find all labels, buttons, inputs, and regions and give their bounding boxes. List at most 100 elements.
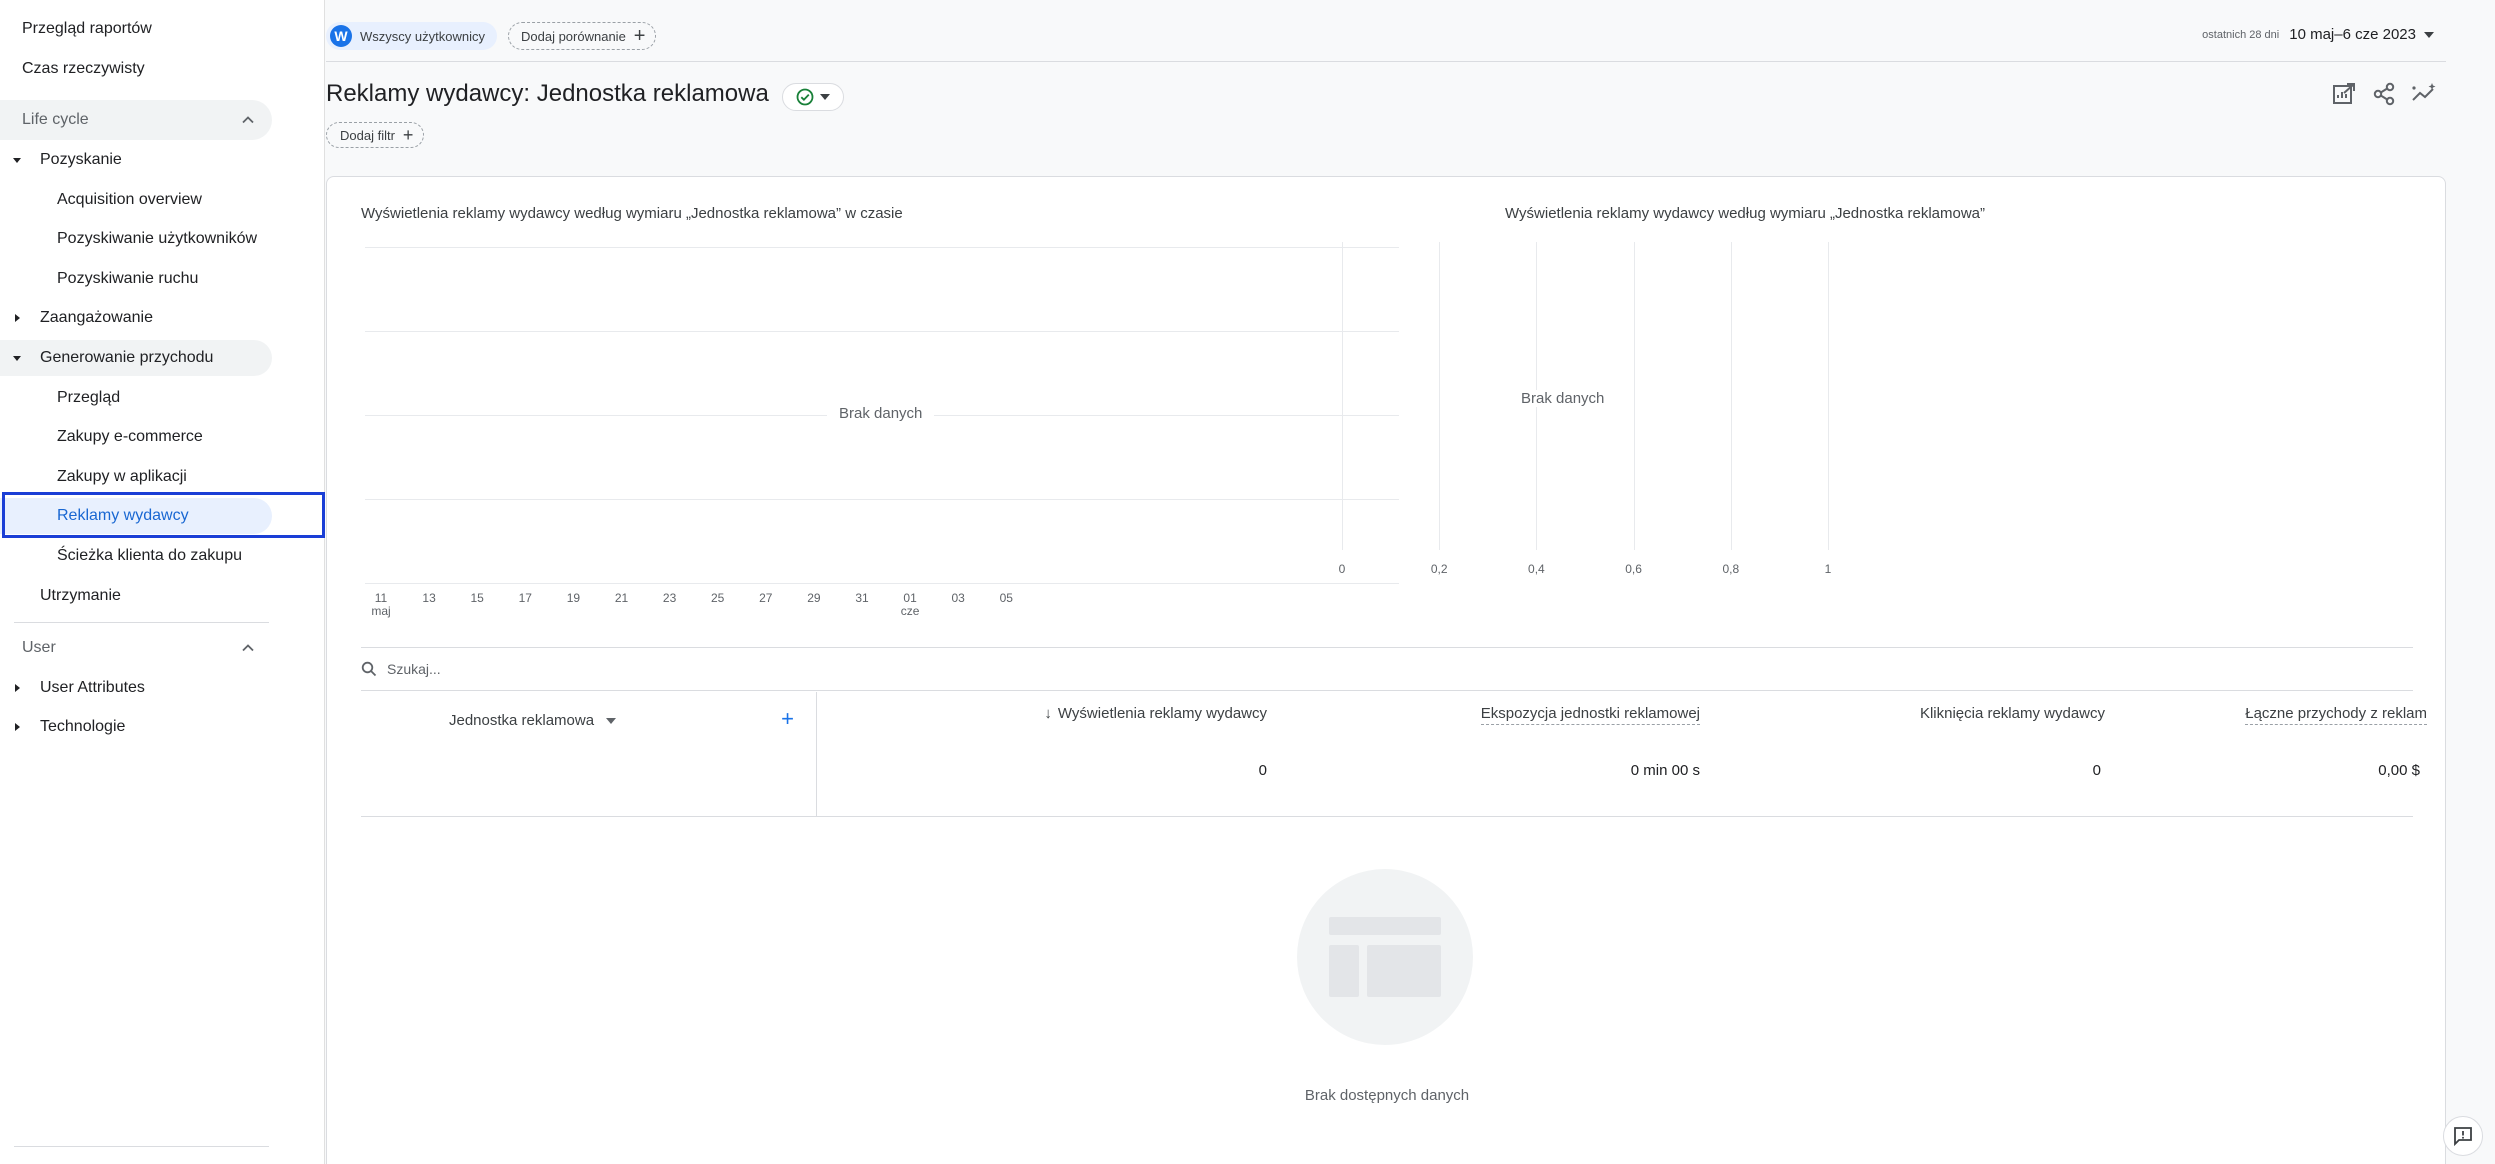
x-tick-label: 11 maj (371, 591, 391, 618)
plus-icon: + (633, 25, 646, 47)
nav-user-attributes[interactable]: User Attributes (0, 670, 272, 706)
nav-reports-overview[interactable]: Przegląd raportów (0, 11, 272, 47)
add-dimension-button[interactable]: + (781, 706, 794, 732)
page-title: Reklamy wydawcy: Jednostka reklamowa (326, 80, 769, 107)
column-header-ad-unit-exposure[interactable]: Ekspozycja jednostki reklamowej (1480, 705, 1700, 725)
x-tick-label: 27 (759, 591, 773, 605)
bar-chart: Brak danych (1342, 242, 2397, 572)
section-label: User (22, 639, 56, 656)
total-publisher-ad-impressions: 0 (1258, 762, 1267, 779)
nav-label: Pozyskiwanie użytkowników (57, 230, 258, 247)
column-header-label: Kliknięcia reklamy wydawcy (1919, 705, 2105, 722)
x-tick-label: 15 (470, 591, 484, 605)
segment-chip[interactable]: W Wszyscy użytkownicy (326, 22, 497, 50)
table-divider (361, 816, 2413, 817)
segment-label: Wszyscy użytkownicy (360, 28, 485, 44)
x-tick-label: 21 (614, 591, 629, 605)
feedback-button[interactable] (2443, 1116, 2483, 1156)
column-header-total-ad-revenue[interactable]: Łączne przychody z reklam (2245, 705, 2427, 725)
nav-monetization[interactable]: Generowanie przychodu (0, 340, 272, 376)
column-header-label: Łączne przychody z reklam (2245, 705, 2427, 722)
column-header-label: Ekspozycja jednostki reklamowej (1480, 705, 1700, 722)
bar-chart-x-axis: 0 0,2 0,4 0,6 0,8 1 (327, 563, 2427, 579)
report-status-dropdown[interactable] (782, 83, 844, 111)
nav-realtime[interactable]: Czas rzeczywisty (0, 51, 272, 87)
x-tick-label: 19 (566, 591, 581, 605)
report-card: Wyświetlenia reklamy wydawcy według wymi… (326, 176, 2446, 1164)
x-tick-label: 05 (999, 591, 1013, 605)
nav-acquisition[interactable]: Pozyskanie (0, 142, 272, 178)
nav-user-acquisition[interactable]: Pozyskiwanie użytkowników (0, 221, 272, 257)
nav-acquisition-overview[interactable]: Acquisition overview (0, 182, 272, 218)
check-circle-icon (796, 88, 814, 106)
total-publisher-ad-clicks: 0 (2092, 762, 2101, 779)
gridline (1439, 242, 1441, 550)
x-tick-label: 1 (1824, 562, 1832, 576)
nav-engagement[interactable]: Zaangażowanie (0, 300, 272, 336)
x-tick-month-label: maj (371, 604, 391, 618)
nav-technology[interactable]: Technologie (0, 709, 272, 745)
sort-desc-icon: ↓ (1044, 705, 1052, 722)
sidebar-divider (14, 1146, 269, 1147)
x-tick-label: 0,4 (1528, 562, 1545, 576)
caret-right-icon (12, 722, 22, 732)
add-filter-label: Dodaj filtr (340, 127, 395, 143)
dropdown-arrow-icon (2424, 31, 2434, 38)
nav-traffic-acquisition[interactable]: Pozyskiwanie ruchu (0, 261, 272, 297)
table-search-bar (361, 647, 2413, 691)
section-lifecycle[interactable]: Life cycle (0, 100, 272, 140)
x-tick-label: 23 (662, 591, 677, 605)
x-tick-label: 0,8 (1722, 562, 1740, 576)
date-range-picker[interactable]: ostatnich 28 dni 10 maj–6 cze 2023 (2202, 26, 2434, 43)
caret-down-icon (12, 155, 22, 165)
chevron-up-icon (242, 116, 254, 124)
gridline (365, 247, 1399, 248)
date-range-value: 10 maj–6 cze 2023 (2289, 26, 2416, 43)
nav-in-app-purchases[interactable]: Zakupy w aplikacji (0, 459, 272, 495)
column-header-publisher-ad-impressions[interactable]: ↓ Wyświetlenia reklamy wydawcy (1044, 705, 1267, 722)
nav-ecommerce-purchases[interactable]: Zakupy e-commerce (0, 419, 272, 455)
add-filter-button[interactable]: Dodaj filtr + (326, 122, 425, 148)
nav-label: Zakupy e-commerce (57, 428, 203, 445)
add-comparison-label: Dodaj porównanie (521, 28, 626, 44)
nav-label: Acquisition overview (57, 191, 202, 208)
customize-report-icon[interactable] (2330, 80, 2358, 108)
nav-label: Ścieżka klienta do zakupu (57, 547, 242, 564)
insights-icon[interactable] (2410, 80, 2438, 108)
search-input[interactable] (387, 661, 787, 677)
nav-label: Czas rzeczywisty (22, 60, 145, 77)
share-icon[interactable] (2370, 80, 2398, 108)
x-tick-label: 29 (807, 591, 821, 605)
dropdown-arrow-icon (606, 717, 617, 724)
add-comparison-button[interactable]: Dodaj porównanie + (508, 22, 657, 50)
caret-right-icon (12, 683, 22, 693)
nav-monetization-overview[interactable]: Przegląd (0, 380, 272, 416)
chevron-up-icon (242, 644, 254, 652)
annotation-highlight-box (2, 492, 325, 538)
sidebar-divider (14, 622, 269, 623)
x-tick-label: 0 (1338, 562, 1346, 576)
gridline (1828, 242, 1829, 550)
empty-table-illustration-icon (1297, 869, 1473, 1045)
section-label: Life cycle (22, 111, 89, 128)
column-header-publisher-ad-clicks[interactable]: Kliknięcia reklamy wydawcy (1920, 705, 2105, 722)
section-user[interactable]: User (0, 628, 272, 668)
x-tick-label: 0,6 (1625, 562, 1642, 576)
nav-label: Przegląd raportów (22, 20, 152, 37)
nav-label: Generowanie przychodu (40, 349, 214, 366)
x-tick-label: 01 cze (900, 591, 920, 618)
gridline (1633, 242, 1635, 550)
bar-chart-no-data: Brak danych (1509, 390, 1617, 407)
x-tick-label: 03 (951, 591, 965, 605)
total-ad-unit-exposure: 0 min 00 s (1630, 762, 1700, 779)
nav-retention[interactable]: Utrzymanie (0, 578, 272, 614)
x-tick-month-label: cze (900, 604, 920, 618)
line-chart: Brak danych (365, 247, 1399, 584)
nav-label: Technologie (40, 718, 126, 735)
total-ad-revenue: 0,00 $ (2378, 762, 2420, 779)
segment-avatar: W (330, 25, 352, 47)
x-tick-label: 25 (711, 591, 725, 605)
dimension-selector[interactable]: Jednostka reklamowa (449, 712, 617, 729)
nav-purchase-journey[interactable]: Ścieżka klienta do zakupu (0, 538, 272, 574)
nav-label: User Attributes (40, 679, 145, 696)
